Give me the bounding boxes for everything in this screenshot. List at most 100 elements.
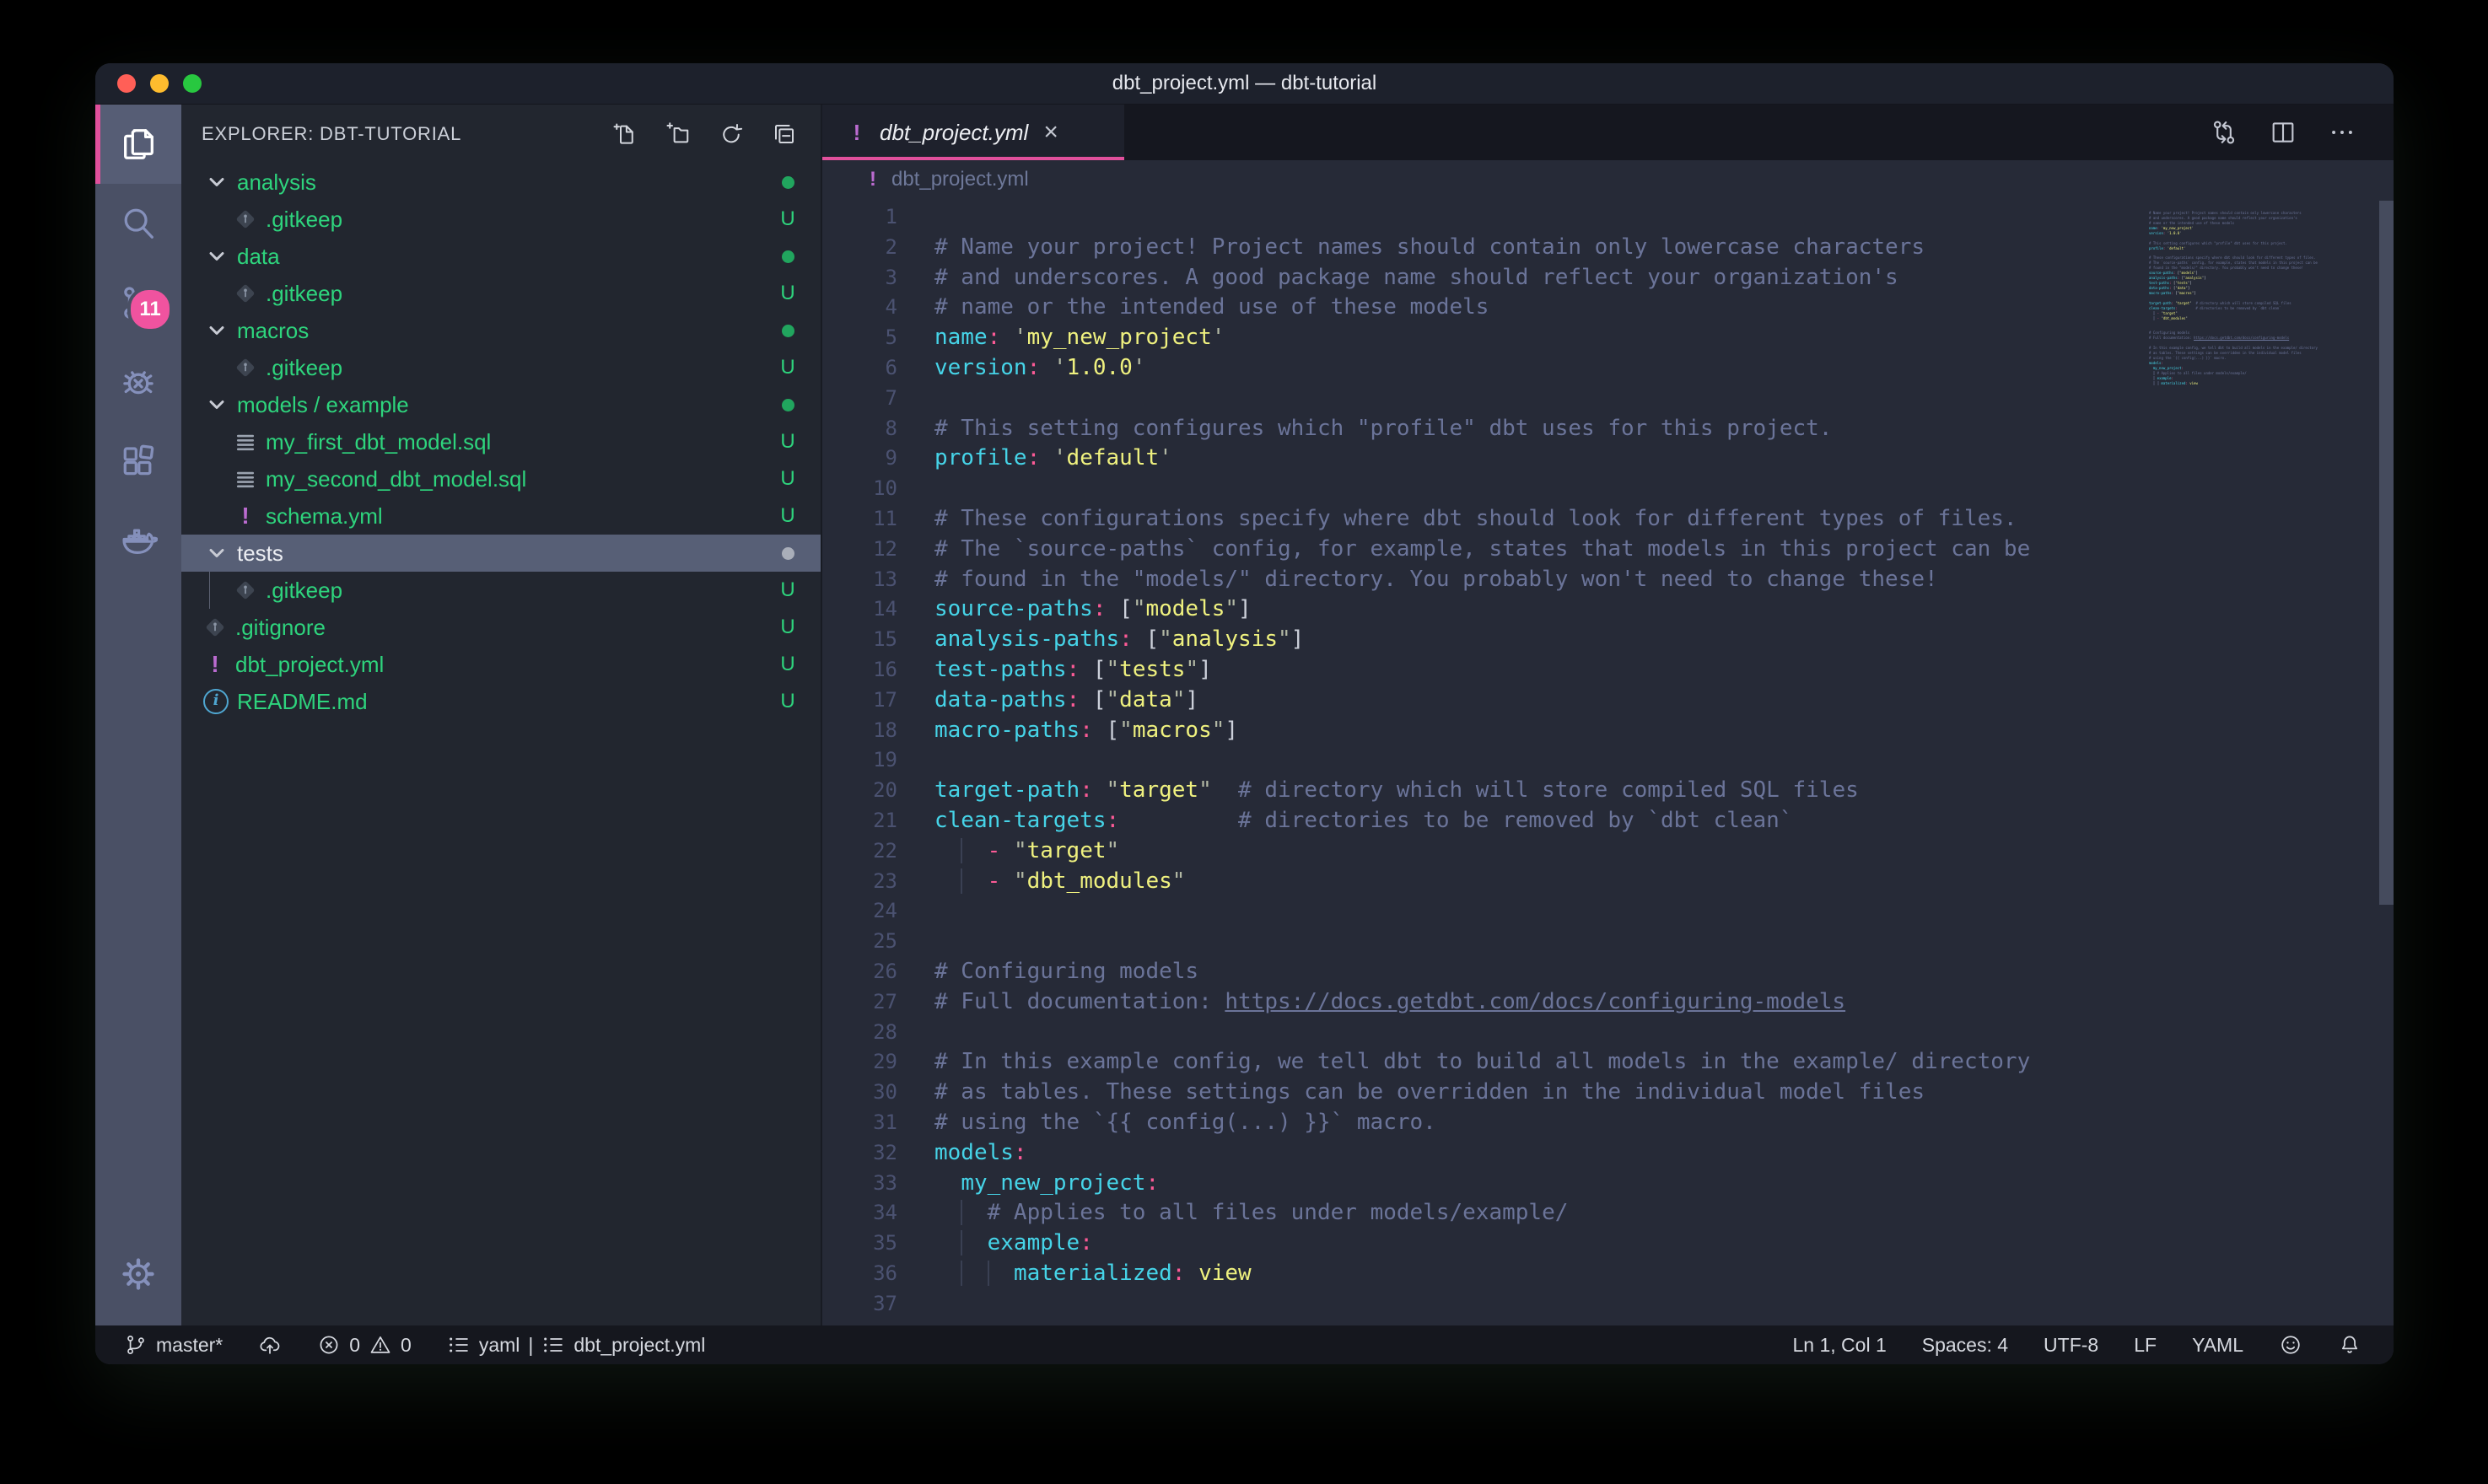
code-line-13[interactable]: 13# found in the "models/" directory. Yo… bbox=[822, 565, 2394, 595]
activity-source-control-button[interactable]: 11 bbox=[95, 263, 181, 342]
minimap[interactable]: # Name your project! Project names shoul… bbox=[2149, 206, 2345, 391]
refresh-icon[interactable] bbox=[719, 121, 744, 147]
code-line-8[interactable]: 8# This setting configures which "profil… bbox=[822, 414, 2394, 444]
code-line-21[interactable]: 21clean-targets: # directories to be rem… bbox=[822, 806, 2394, 836]
tree-item-label: data bbox=[237, 244, 280, 270]
code-line-33[interactable]: 33 my_new_project: bbox=[822, 1169, 2394, 1199]
tree-item-macros[interactable]: macros bbox=[181, 312, 821, 349]
more-actions-icon[interactable] bbox=[2328, 118, 2356, 147]
code-editor[interactable]: 12# Name your project! Project names sho… bbox=[822, 199, 2394, 1325]
code-line-15[interactable]: 15analysis-paths: ["analysis"] bbox=[822, 625, 2394, 655]
code-line-14[interactable]: 14source-paths: ["models"] bbox=[822, 594, 2394, 625]
git-file-icon bbox=[234, 282, 257, 305]
code-line-25[interactable]: 25 bbox=[822, 927, 2394, 957]
compare-changes-icon[interactable] bbox=[2210, 118, 2238, 147]
editor-group: ! dbt_project.yml × ! dbt_project.yml 12… bbox=[821, 105, 2394, 1325]
code-line-11[interactable]: 11# These configurations specify where d… bbox=[822, 504, 2394, 535]
yaml-file-icon: ! bbox=[234, 503, 257, 530]
git-status-dot bbox=[755, 399, 821, 411]
eol-item[interactable]: LF bbox=[2134, 1334, 2157, 1357]
code-line-17[interactable]: 17data-paths: ["data"] bbox=[822, 686, 2394, 716]
code-line-24[interactable]: 24 bbox=[822, 896, 2394, 927]
feedback-item[interactable] bbox=[2279, 1333, 2302, 1357]
git-branch-icon bbox=[124, 1333, 148, 1357]
code-line-26[interactable]: 26# Configuring models bbox=[822, 957, 2394, 987]
tab-dbt-project-yml[interactable]: ! dbt_project.yml × bbox=[822, 105, 1124, 160]
tree-item-dbt-project-yml[interactable]: !dbt_project.ymlU bbox=[181, 646, 821, 683]
activity-debug-button[interactable] bbox=[95, 342, 181, 422]
activity-docker-button[interactable] bbox=[95, 501, 181, 580]
git-status-badge: U bbox=[755, 504, 821, 528]
tree-item--gitkeep[interactable]: .gitkeepU bbox=[181, 349, 821, 386]
settings-gear-button[interactable] bbox=[95, 1234, 181, 1314]
line-number: 25 bbox=[822, 927, 897, 957]
activity-extensions-button[interactable] bbox=[95, 422, 181, 501]
code-line-19[interactable]: 19 bbox=[822, 745, 2394, 776]
git-branch-item[interactable]: master* bbox=[124, 1333, 223, 1357]
code-text bbox=[897, 384, 934, 414]
yaml-schema-item[interactable]: yaml | dbt_project.yml bbox=[447, 1333, 706, 1357]
tree-item-my-second-dbt-model-sql[interactable]: my_second_dbt_model.sqlU bbox=[181, 460, 821, 497]
language-mode-item[interactable]: YAML bbox=[2192, 1334, 2243, 1357]
code-line-29[interactable]: 29# In this example config, we tell dbt … bbox=[822, 1047, 2394, 1078]
code-line-34[interactable]: 34 # Applies to all files under models/e… bbox=[822, 1198, 2394, 1229]
code-line-27[interactable]: 27# Full documentation: https://docs.get… bbox=[822, 987, 2394, 1018]
code-line-20[interactable]: 20target-path: "target" # directory whic… bbox=[822, 776, 2394, 806]
tree-item-my-first-dbt-model-sql[interactable]: my_first_dbt_model.sqlU bbox=[181, 423, 821, 460]
tree-item-readme-md[interactable]: iREADME.mdU bbox=[181, 683, 821, 720]
notifications-item[interactable] bbox=[2338, 1333, 2361, 1357]
code-line-28[interactable]: 28 bbox=[822, 1018, 2394, 1048]
code-line-12[interactable]: 12# The `source-paths` config, for examp… bbox=[822, 535, 2394, 565]
tree-item-schema-yml[interactable]: !schema.ymlU bbox=[181, 497, 821, 535]
new-file-icon[interactable] bbox=[612, 121, 638, 147]
encoding-item[interactable]: UTF-8 bbox=[2044, 1334, 2098, 1357]
search-icon bbox=[119, 204, 158, 243]
code-line-9[interactable]: 9profile: 'default' bbox=[822, 444, 2394, 474]
code-line-18[interactable]: 18macro-paths: ["macros"] bbox=[822, 716, 2394, 746]
code-text: data-paths: ["data"] bbox=[897, 686, 1198, 716]
tree-item--gitkeep[interactable]: .gitkeepU bbox=[181, 201, 821, 238]
line-number: 34 bbox=[822, 1198, 897, 1229]
tree-item--gitkeep[interactable]: .gitkeepU bbox=[181, 572, 821, 609]
line-number: 28 bbox=[822, 1018, 897, 1048]
title-bar[interactable]: dbt_project.yml — dbt-tutorial bbox=[95, 63, 2394, 105]
warning-count: 0 bbox=[401, 1334, 412, 1357]
problems-item[interactable]: 0 0 bbox=[317, 1333, 412, 1357]
tree-item-data[interactable]: data bbox=[181, 238, 821, 275]
tree-item-models-example[interactable]: models / example bbox=[181, 386, 821, 423]
code-line-10[interactable]: 10 bbox=[822, 474, 2394, 504]
cursor-position-item[interactable]: Ln 1, Col 1 bbox=[1793, 1334, 1887, 1357]
code-line-36[interactable]: 36 materialized: view bbox=[822, 1259, 2394, 1289]
editor-scrollbar[interactable] bbox=[2379, 201, 2394, 905]
line-number: 19 bbox=[822, 745, 897, 776]
code-line-16[interactable]: 16test-paths: ["tests"] bbox=[822, 655, 2394, 686]
breadcrumb-file[interactable]: dbt_project.yml bbox=[891, 168, 1029, 191]
indentation-item[interactable]: Spaces: 4 bbox=[1922, 1334, 2008, 1357]
code-line-37[interactable]: 37 bbox=[822, 1289, 2394, 1320]
line-number: 11 bbox=[822, 504, 897, 535]
bug-icon bbox=[119, 363, 158, 401]
tree-item-analysis[interactable]: analysis bbox=[181, 164, 821, 201]
activity-search-button[interactable] bbox=[95, 184, 181, 263]
code-line-22[interactable]: 22 - "target" bbox=[822, 836, 2394, 867]
collapse-folders-icon[interactable] bbox=[772, 121, 797, 147]
code-line-23[interactable]: 23 - "dbt_modules" bbox=[822, 867, 2394, 897]
vscode-window: dbt_project.yml — dbt-tutorial 11 bbox=[95, 63, 2394, 1364]
tree-item--gitignore[interactable]: .gitignoreU bbox=[181, 609, 821, 646]
code-line-31[interactable]: 31# using the `{{ config(...) }}` macro. bbox=[822, 1108, 2394, 1138]
code-line-32[interactable]: 32models: bbox=[822, 1138, 2394, 1169]
tree-item--gitkeep[interactable]: .gitkeepU bbox=[181, 275, 821, 312]
line-number: 33 bbox=[822, 1169, 897, 1199]
activity-explorer-button[interactable] bbox=[95, 105, 181, 184]
sync-changes-item[interactable] bbox=[258, 1333, 282, 1357]
readme-file-icon: i bbox=[203, 689, 229, 714]
code-line-35[interactable]: 35 example: bbox=[822, 1229, 2394, 1259]
new-folder-icon[interactable] bbox=[665, 121, 691, 147]
split-editor-icon[interactable] bbox=[2269, 118, 2297, 147]
tree-item-label: .gitkeep bbox=[266, 355, 342, 381]
breadcrumb[interactable]: ! dbt_project.yml bbox=[822, 160, 2394, 199]
tree-item-tests[interactable]: tests bbox=[181, 535, 821, 572]
code-line-30[interactable]: 30# as tables. These settings can be ove… bbox=[822, 1078, 2394, 1108]
tab-close-icon[interactable]: × bbox=[1043, 120, 1058, 145]
git-status-badge: U bbox=[755, 653, 821, 676]
